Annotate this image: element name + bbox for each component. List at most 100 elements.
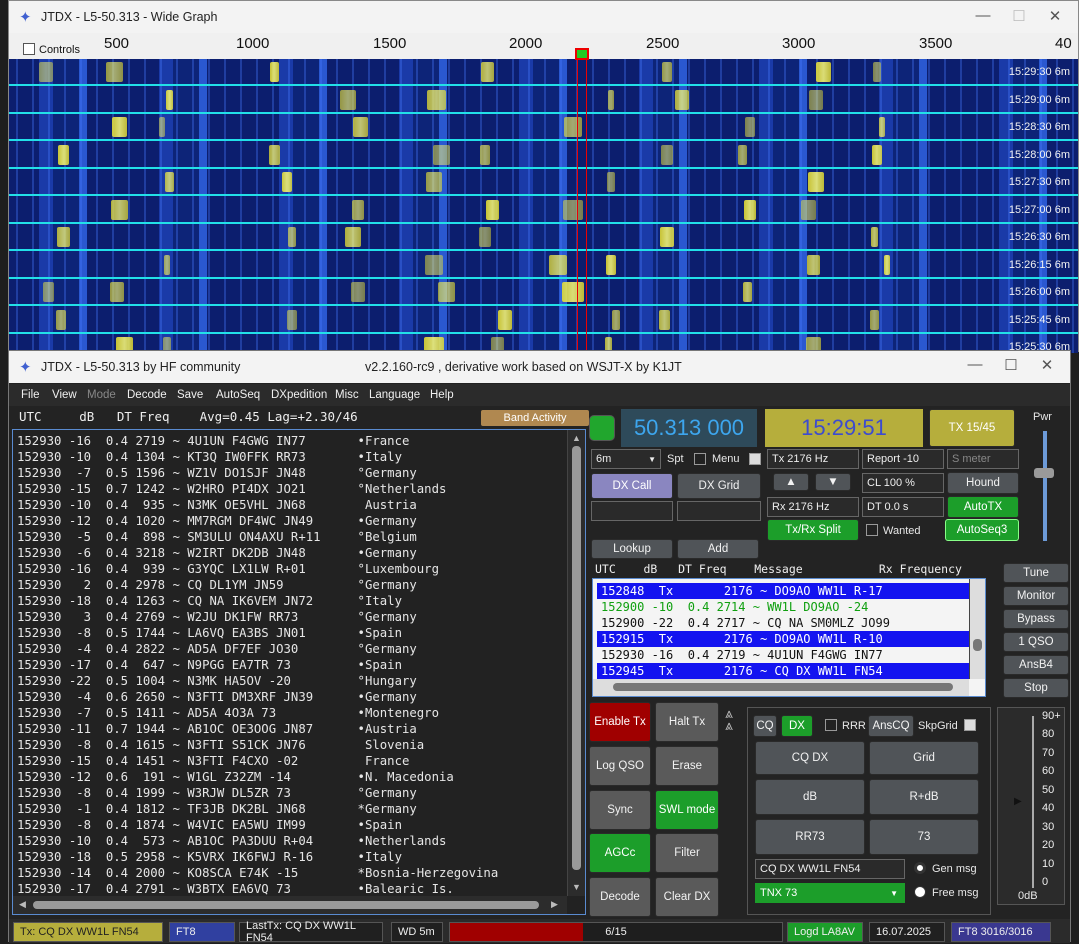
menu-help[interactable]: Help xyxy=(430,389,454,401)
rx-frequency-line[interactable]: 152915 Tx 2176 ~ DO9AO WW1L R-10 xyxy=(597,631,975,647)
menu-checkbox[interactable] xyxy=(749,453,761,465)
sync-button[interactable]: Sync xyxy=(589,790,651,830)
free-msg-select[interactable]: TNX 73 ▼ xyxy=(755,883,905,903)
band-activity-line[interactable]: 152930 -16 0.4 2719 ~ 4U1UN F4GWG IN77 •… xyxy=(17,433,498,449)
hscroll-thumb[interactable] xyxy=(33,901,539,909)
erase-button[interactable]: Erase xyxy=(655,746,719,786)
close-icon[interactable]: ✕ xyxy=(1032,356,1062,374)
scroll-right-icon[interactable]: ▶ xyxy=(551,899,558,910)
dx-button[interactable]: DX xyxy=(781,715,813,737)
clear-dx-button[interactable]: Clear DX xyxy=(655,877,719,917)
band-activity-line[interactable]: 152930 -12 0.6 191 ~ W1GL Z32ZM -14 •N. … xyxy=(17,769,498,785)
autoseq3-button[interactable]: AutoSeq3 xyxy=(945,519,1019,541)
menu-decode[interactable]: Decode xyxy=(127,389,167,401)
menu-view[interactable]: View xyxy=(52,389,77,401)
band-activity-hscroll[interactable]: ◀ ▶ xyxy=(13,896,567,914)
band-activity-line[interactable]: 152930 -18 0.4 1263 ~ CQ NA IK6VEM JN72 … xyxy=(17,593,498,609)
add-button[interactable]: Add xyxy=(677,539,759,559)
band-activity-line[interactable]: 152930 2 0.4 2978 ~ CQ DL1YM JN59 °Germa… xyxy=(17,577,498,593)
agcc-button[interactable]: AGCc xyxy=(589,833,651,873)
dx-call-button[interactable]: DX Call xyxy=(591,473,673,499)
band-activity-vscroll[interactable]: ▲ ▼ xyxy=(567,430,585,896)
monitor-button[interactable]: Monitor xyxy=(1003,586,1069,606)
73-button[interactable]: 73 xyxy=(869,819,979,855)
rx-vscroll-thumb[interactable] xyxy=(973,639,982,651)
one-qso-button[interactable]: 1 QSO xyxy=(1003,632,1069,652)
pwr-slider-track[interactable] xyxy=(1043,431,1047,541)
band-activity-line[interactable]: 152930 -7 0.5 1411 ~ AD5A 4O3A 73 •Monte… xyxy=(17,705,498,721)
filter-button[interactable]: Filter xyxy=(655,833,719,873)
maximize-icon[interactable]: ☐ xyxy=(996,356,1026,374)
controls-checkbox-box[interactable] xyxy=(23,43,35,55)
band-activity-line[interactable]: 152930 -4 0.4 2822 ~ AD5A DF7EF JO30 °Ge… xyxy=(17,641,498,657)
bypass-button[interactable]: Bypass xyxy=(1003,609,1069,629)
r-db-button[interactable]: R+dB xyxy=(869,779,979,815)
scroll-left-icon[interactable]: ◀ xyxy=(19,899,26,910)
gen-msg-input[interactable]: CQ DX WW1L FN54 xyxy=(755,859,905,879)
cq-button[interactable]: CQ xyxy=(753,715,777,737)
band-activity-line[interactable]: 152930 -8 0.5 1744 ~ LA6VQ EA3BS JN01 •S… xyxy=(17,625,498,641)
band-activity-line[interactable]: 152930 -12 0.4 1020 ~ MM7RGM DF4WC JN49 … xyxy=(17,513,498,529)
minimize-icon[interactable]: — xyxy=(960,356,990,373)
s-meter-field[interactable]: S meter xyxy=(947,449,1019,469)
tx-marker[interactable] xyxy=(575,48,589,60)
band-activity-line[interactable]: 152930 -15 0.7 1242 ~ W2HRO PI4DX JO21 °… xyxy=(17,481,498,497)
tx-frequency-field[interactable]: Tx 2176 Hz xyxy=(767,449,859,469)
band-activity-line[interactable]: 152930 -8 0.4 1874 ~ W4VIC EA5WU IM99 •S… xyxy=(17,817,498,833)
menu-file[interactable]: File xyxy=(21,389,40,401)
band-activity-line[interactable]: 152930 -11 0.7 1944 ~ AB1OC OE3OOG JN87 … xyxy=(17,721,498,737)
report-field[interactable]: Report -10 xyxy=(862,449,944,469)
band-activity-line[interactable]: 152930 -8 0.4 1999 ~ W3RJW DL5ZR 73 °Ger… xyxy=(17,785,498,801)
anscq-button[interactable]: AnsCQ xyxy=(868,715,914,737)
rx-frequency-line[interactable]: 152848 Tx 2176 ~ DO9AO WW1L R-17 xyxy=(597,583,975,599)
hound-button[interactable]: Hound xyxy=(947,472,1019,494)
stop-button[interactable]: Stop xyxy=(1003,678,1069,698)
rx-frequency-line[interactable]: 152900 -10 0.4 2714 ~ WW1L DO9AO -24 xyxy=(597,599,975,615)
free-msg-radio[interactable] xyxy=(914,886,926,898)
vscroll-thumb[interactable] xyxy=(572,446,581,870)
scroll-up-icon[interactable]: ▲ xyxy=(572,433,581,443)
rx-hscroll-thumb[interactable] xyxy=(613,683,953,691)
spt-checkbox[interactable] xyxy=(694,453,706,465)
band-activity-line[interactable]: 152930 -6 0.4 3218 ~ W2IRT DK2DB JN48 •G… xyxy=(17,545,498,561)
menu-misc[interactable]: Misc xyxy=(335,389,359,401)
waterfall[interactable]: 15:29:30 6m 15:29:00 6m 15:28:30 6m 15:28:0… xyxy=(9,59,1078,353)
band-activity-line[interactable]: 152930 -4 0.6 2650 ~ N3FTI DM3XRF JN39 •… xyxy=(17,689,498,705)
tx-rx-split-button[interactable]: Tx/Rx Split xyxy=(767,519,859,541)
gen-msg-radio[interactable] xyxy=(914,862,926,874)
band-activity-line[interactable]: 152930 -7 0.5 1596 ~ WZ1V DO1SJF JN48 °G… xyxy=(17,465,498,481)
menu-dxpedition[interactable]: DXpedition xyxy=(271,389,327,401)
band-activity-line[interactable]: 152930 -1 0.4 1812 ~ TF3JB DK2BL JN68 *G… xyxy=(17,801,498,817)
skipgrid-checkbox[interactable] xyxy=(964,719,976,731)
close-icon[interactable]: ✕ xyxy=(1040,7,1070,25)
rx-frequency-list[interactable]: 152848 Tx 2176 ~ DO9AO WW1L R-17 152900 -… xyxy=(592,578,986,697)
cl-field[interactable]: CL 100 % xyxy=(862,473,944,493)
band-activity-button[interactable]: Band Activity xyxy=(481,410,589,426)
dt-field[interactable]: DT 0.0 s xyxy=(862,497,944,517)
band-activity-list[interactable]: 152930 -16 0.4 2719 ~ 4U1UN F4GWG IN77 •… xyxy=(12,429,586,915)
expand-arrows-icon[interactable]: ⩓ ⩓ xyxy=(725,706,733,732)
maximize-icon[interactable]: ☐ xyxy=(1004,7,1034,25)
dx-grid-button[interactable]: DX Grid xyxy=(677,473,761,499)
menu-save[interactable]: Save xyxy=(177,389,203,401)
halt-tx-button[interactable]: Halt Tx xyxy=(655,702,719,742)
db-button[interactable]: dB xyxy=(755,779,865,815)
band-activity-line[interactable]: 152930 3 0.4 2769 ~ W2JU DK1FW RR73 °Ger… xyxy=(17,609,498,625)
lookup-button[interactable]: Lookup xyxy=(591,539,673,559)
band-activity-lines[interactable]: 152930 -16 0.4 2719 ~ 4U1UN F4GWG IN77 •… xyxy=(17,433,498,897)
rrr-checkbox[interactable] xyxy=(825,719,837,731)
dx-call-input[interactable] xyxy=(591,501,673,521)
scroll-down-icon[interactable]: ▼ xyxy=(572,882,581,892)
minimize-icon[interactable]: — xyxy=(968,7,998,24)
band-activity-line[interactable]: 152930 -8 0.4 1615 ~ N3FTI S51CK JN76 Sl… xyxy=(17,737,498,753)
swl-mode-button[interactable]: SWL mode xyxy=(655,790,719,830)
rx-vscroll[interactable] xyxy=(969,579,985,679)
band-activity-line[interactable]: 152930 -10 0.4 1304 ~ KT3Q IW0FFK RR73 •… xyxy=(17,449,498,465)
rx-hscroll[interactable] xyxy=(593,679,969,696)
tune-button[interactable]: Tune xyxy=(1003,563,1069,583)
band-select[interactable]: 6m ▼ xyxy=(591,449,661,469)
wanted-checkbox[interactable] xyxy=(866,524,878,536)
band-activity-line[interactable]: 152930 -15 0.4 1451 ~ N3FTI F4CXO -02 Fr… xyxy=(17,753,498,769)
cq-dx-button[interactable]: CQ DX xyxy=(755,741,865,775)
band-activity-line[interactable]: 152930 -10 0.4 573 ~ AB1OC PA3DUU R+04 •… xyxy=(17,833,498,849)
